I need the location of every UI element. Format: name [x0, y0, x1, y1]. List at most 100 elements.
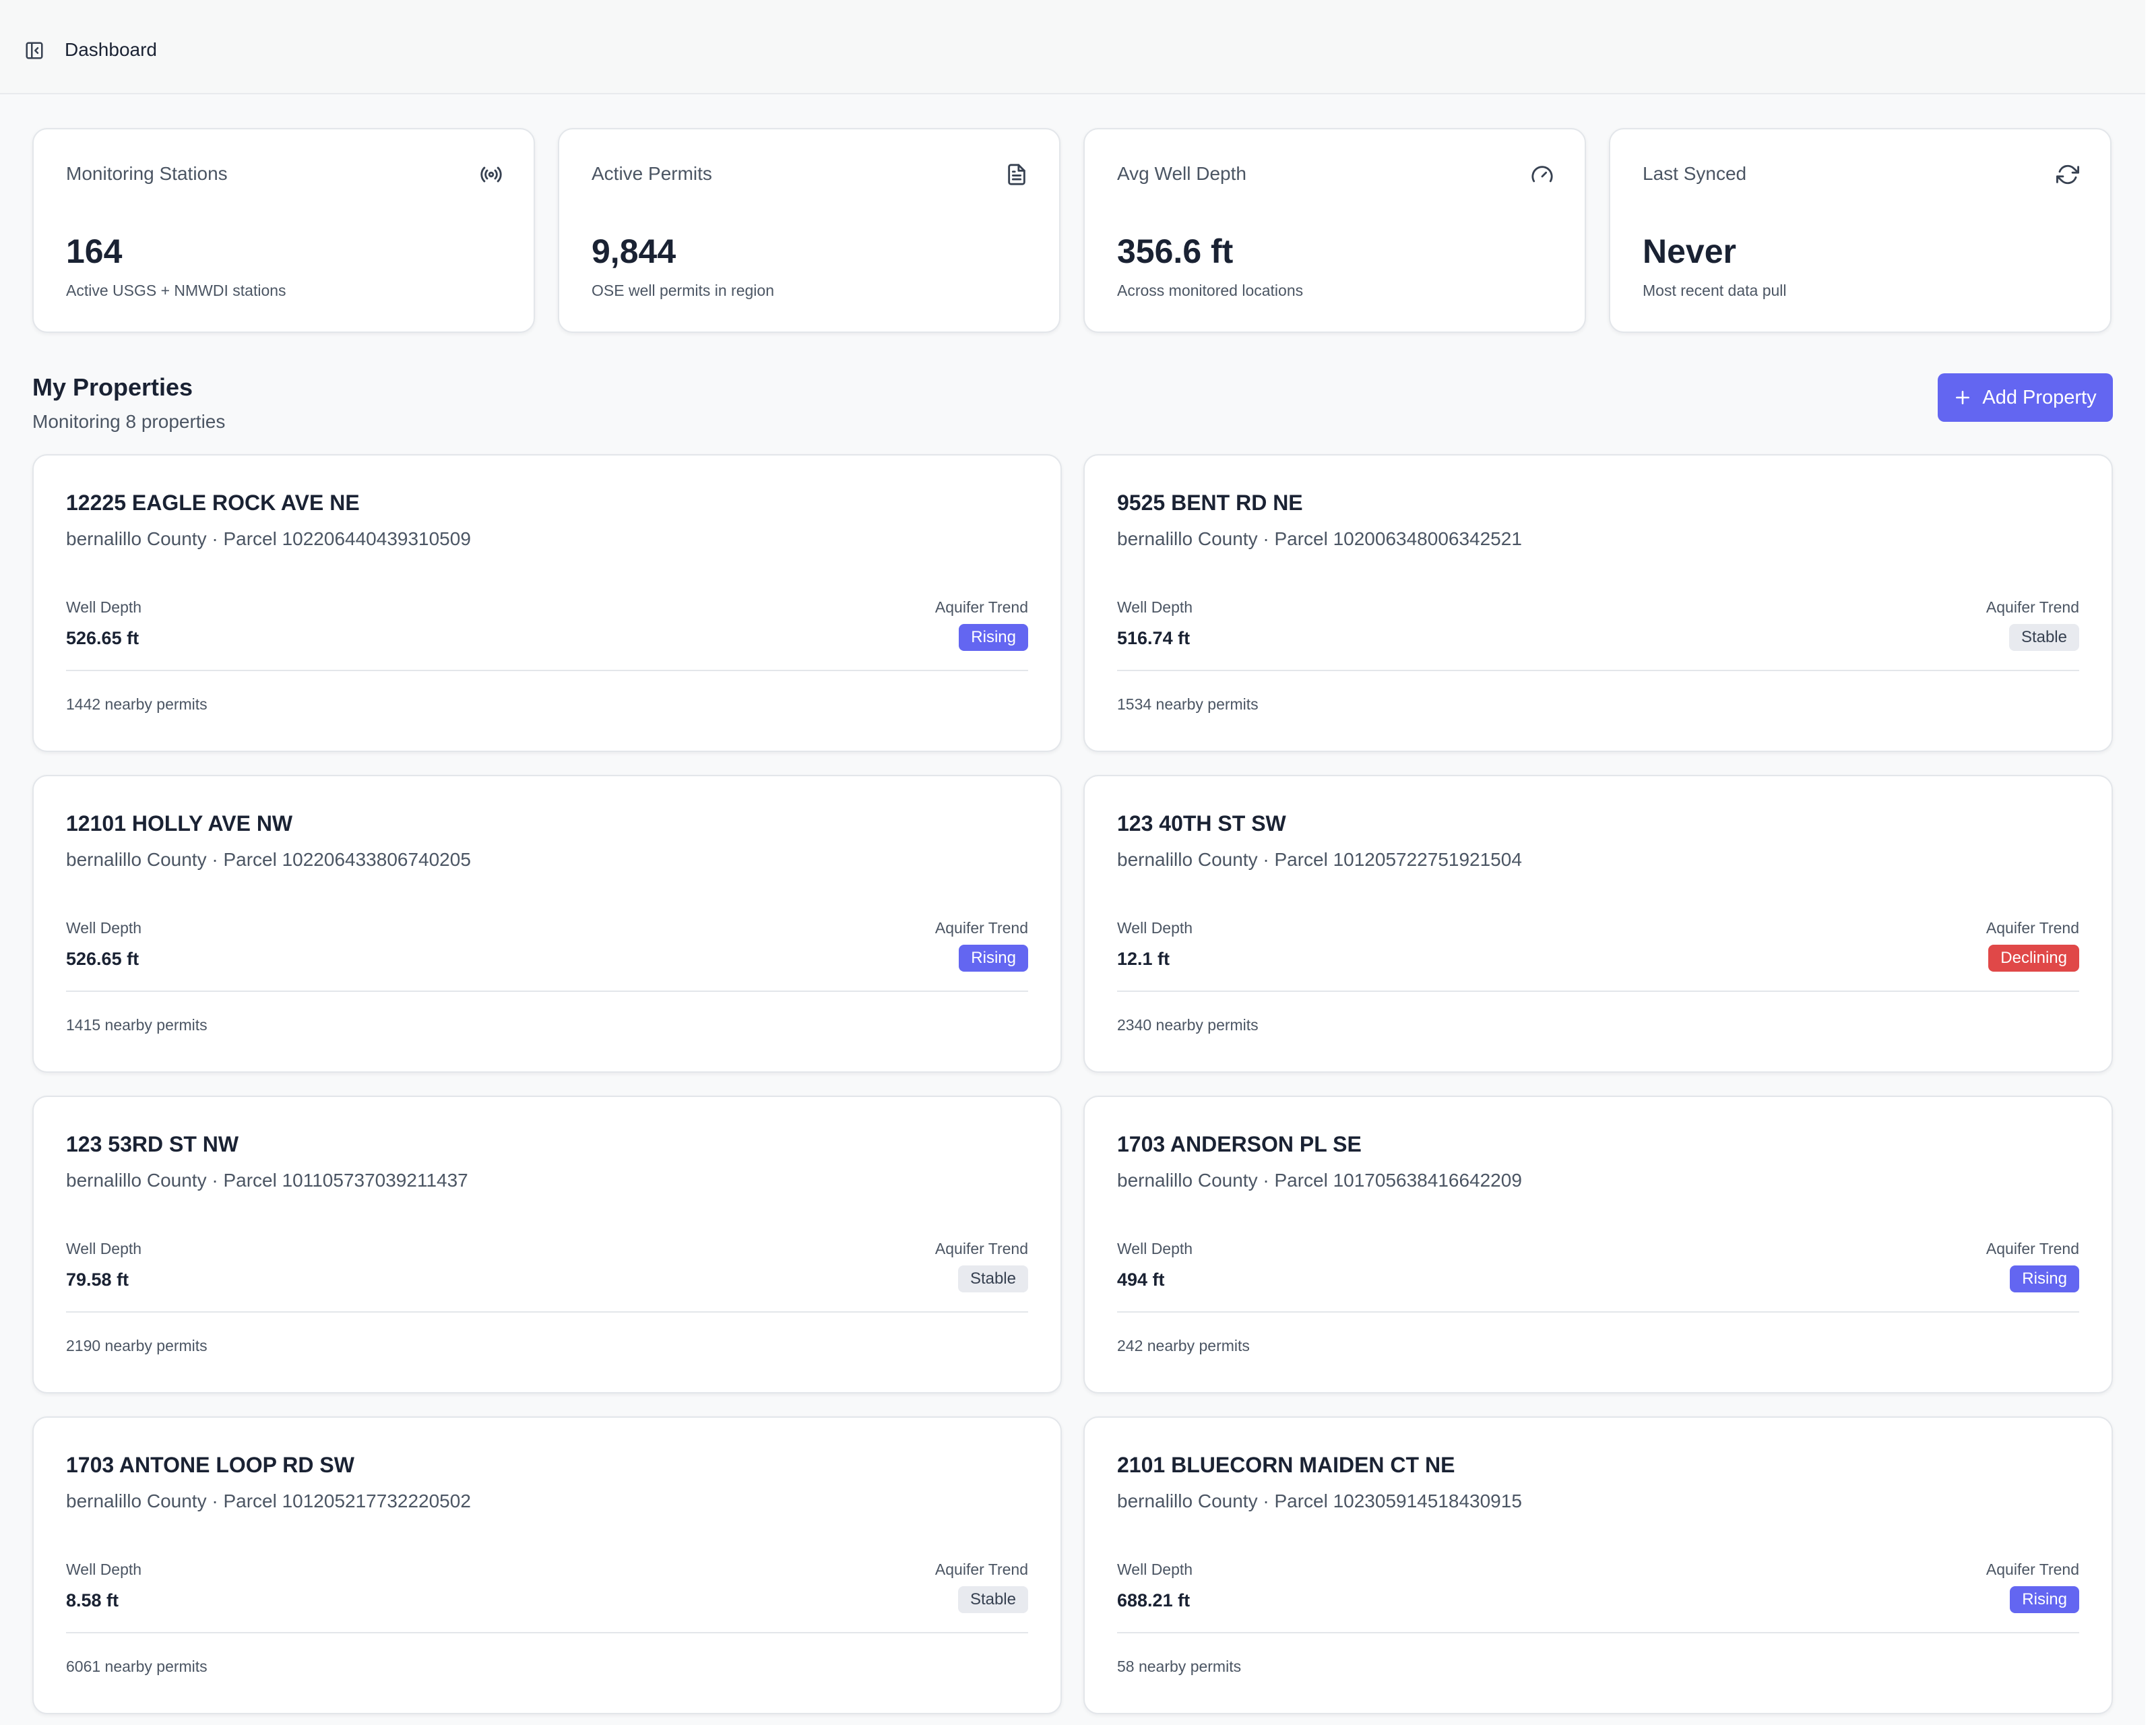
aquifer-trend-label: Aquifer Trend [934, 1240, 1028, 1257]
divider [66, 991, 1028, 992]
property-address: 123 53RD ST NW [66, 1132, 239, 1156]
sidebar-toggle-icon[interactable] [24, 40, 44, 61]
trend-badge: Stable [957, 1265, 1028, 1292]
nearby-permits: 1415 nearby permits [66, 1016, 208, 1034]
property-meta: bernalillo County · Parcel 1020063480063… [1117, 528, 1522, 549]
property-address: 1703 ANDERSON PL SE [1117, 1132, 1362, 1156]
nearby-permits: 6061 nearby permits [66, 1658, 208, 1675]
nearby-permits: 242 nearby permits [1117, 1337, 1250, 1354]
stat-value: Never [1643, 232, 1736, 270]
stat-subtext: OSE well permits in region [592, 282, 774, 299]
divider [66, 1632, 1028, 1633]
property-card[interactable]: 12225 EAGLE ROCK AVE NE bernalillo Count… [32, 454, 1062, 752]
well-depth-label: Well Depth [66, 1240, 142, 1257]
trend-badge: Stable [957, 1586, 1028, 1613]
stat-card-monitoring-stations: Monitoring Stations 164 Active USGS + NM… [32, 128, 535, 333]
section-title: My Properties [32, 373, 193, 401]
aquifer-trend-label: Aquifer Trend [934, 1561, 1028, 1578]
divider [66, 670, 1028, 671]
trend-badge: Rising [2010, 1265, 2079, 1292]
stat-value: 164 [66, 232, 123, 270]
property-address: 12101 HOLLY AVE NW [66, 811, 293, 836]
add-property-label: Add Property [1982, 386, 2097, 408]
well-depth-label: Well Depth [1117, 1561, 1193, 1578]
well-depth-value: 526.65 ft [66, 628, 139, 648]
aquifer-trend-label: Aquifer Trend [1986, 1561, 2079, 1578]
stat-subtext: Active USGS + NMWDI stations [66, 282, 286, 299]
divider [66, 1311, 1028, 1313]
aquifer-trend-label: Aquifer Trend [1986, 919, 2079, 937]
refresh-icon[interactable] [2056, 163, 2079, 186]
well-depth-label: Well Depth [1117, 919, 1193, 937]
aquifer-trend-label: Aquifer Trend [934, 919, 1028, 937]
stats-row: Monitoring Stations 164 Active USGS + NM… [32, 128, 2113, 333]
stat-label: Avg Well Depth [1117, 163, 1246, 184]
nearby-permits: 1442 nearby permits [66, 695, 208, 713]
nearby-permits: 58 nearby permits [1117, 1658, 1242, 1675]
well-depth-value: 79.58 ft [66, 1269, 129, 1290]
nearby-permits: 1534 nearby permits [1117, 695, 1259, 713]
plus-icon [1956, 391, 1970, 404]
property-address: 1703 ANTONE LOOP RD SW [66, 1453, 354, 1477]
nearby-permits: 2340 nearby permits [1117, 1016, 1259, 1034]
add-property-button[interactable]: Add Property [1938, 373, 2113, 422]
aquifer-trend-label: Aquifer Trend [1986, 598, 2079, 616]
divider [1117, 1632, 2079, 1633]
property-card[interactable]: 9525 BENT RD NE bernalillo County · Parc… [1083, 454, 2113, 752]
well-depth-value: 12.1 ft [1117, 949, 1170, 969]
stat-card-active-permits: Active Permits 9,844 OSE well permits in… [558, 128, 1060, 333]
stat-card-last-synced: Last Synced Never Most recent data pull [1609, 128, 2112, 333]
well-depth-label: Well Depth [66, 919, 142, 937]
well-depth-value: 526.65 ft [66, 949, 139, 969]
property-address: 123 40TH ST SW [1117, 811, 1286, 836]
property-card[interactable]: 123 53RD ST NW bernalillo County · Parce… [32, 1096, 1062, 1393]
top-bar: Dashboard [0, 0, 2145, 94]
stat-value: 9,844 [592, 232, 676, 270]
property-address: 2101 BLUECORN MAIDEN CT NE [1117, 1453, 1455, 1477]
radio-signal-icon [480, 166, 502, 183]
property-card[interactable]: 2101 BLUECORN MAIDEN CT NE bernalillo Co… [1083, 1416, 2113, 1714]
property-card[interactable]: 1703 ANDERSON PL SE bernalillo County · … [1083, 1096, 2113, 1393]
trend-badge: Rising [959, 945, 1028, 972]
properties-grid: 12225 EAGLE ROCK AVE NE bernalillo Count… [32, 454, 2113, 1714]
divider [1117, 991, 2079, 992]
property-meta: bernalillo County · Parcel 1017056384166… [1117, 1170, 1522, 1191]
property-meta: bernalillo County · Parcel 1011057370392… [66, 1170, 468, 1191]
well-depth-label: Well Depth [1117, 1240, 1193, 1257]
nearby-permits: 2190 nearby permits [66, 1337, 208, 1354]
property-meta: bernalillo County · Parcel 1023059145184… [1117, 1491, 1522, 1511]
stat-value: 356.6 ft [1117, 232, 1234, 270]
trend-badge: Rising [2010, 1586, 2079, 1613]
property-address: 12225 EAGLE ROCK AVE NE [66, 491, 360, 515]
trend-badge: Stable [2008, 624, 2079, 651]
stat-label: Last Synced [1643, 163, 1747, 184]
divider [1117, 670, 2079, 671]
stat-label: Active Permits [592, 163, 712, 184]
well-depth-value: 688.21 ft [1117, 1590, 1191, 1610]
well-depth-value: 8.58 ft [66, 1590, 119, 1610]
section-subtitle: Monitoring 8 properties [32, 411, 226, 432]
property-meta: bernalillo County · Parcel 1022064338067… [66, 849, 471, 870]
main-content: Monitoring Stations 164 Active USGS + NM… [32, 128, 2113, 1714]
trend-badge: Rising [959, 624, 1028, 651]
property-card[interactable]: 1703 ANTONE LOOP RD SW bernalillo County… [32, 1416, 1062, 1714]
aquifer-trend-label: Aquifer Trend [1986, 1240, 2079, 1257]
well-depth-label: Well Depth [66, 598, 142, 616]
well-depth-value: 494 ft [1117, 1269, 1165, 1290]
well-depth-label: Well Depth [1117, 598, 1193, 616]
divider [1117, 1311, 2079, 1313]
stat-card-avg-well-depth: Avg Well Depth 356.6 ft Across monitored… [1083, 128, 1586, 333]
stat-subtext: Across monitored locations [1117, 282, 1304, 299]
stat-label: Monitoring Stations [66, 163, 228, 184]
scrollbar-track[interactable] [2145, 0, 2156, 1725]
property-card[interactable]: 123 40TH ST SW bernalillo County · Parce… [1083, 775, 2113, 1073]
property-card[interactable]: 12101 HOLLY AVE NW bernalillo County · P… [32, 775, 1062, 1073]
property-meta: bernalillo County · Parcel 1022064404393… [66, 528, 471, 549]
property-meta: bernalillo County · Parcel 1012052177322… [66, 1491, 471, 1511]
page-title: Dashboard [65, 39, 157, 60]
well-depth-value: 516.74 ft [1117, 628, 1191, 648]
stat-subtext: Most recent data pull [1643, 282, 1787, 299]
trend-badge: Declining [1988, 945, 2079, 972]
property-address: 9525 BENT RD NE [1117, 491, 1303, 515]
well-depth-label: Well Depth [66, 1561, 142, 1578]
